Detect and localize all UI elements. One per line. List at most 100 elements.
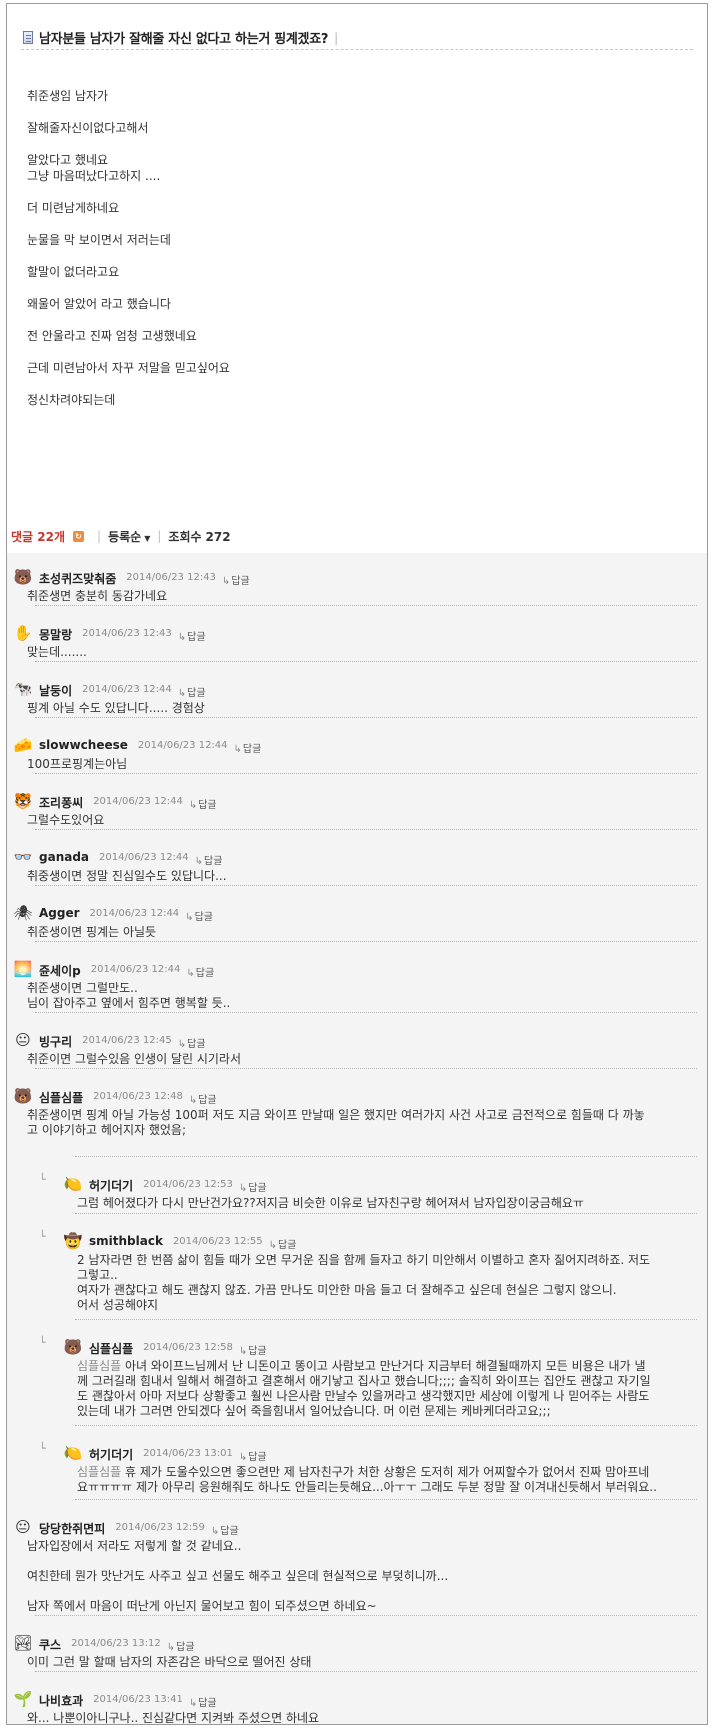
comment-author[interactable]: 심플심플 (39, 1089, 83, 1106)
comment-author[interactable]: Agger (39, 906, 80, 920)
cheese-icon: 🧀 (13, 736, 33, 754)
reply-label: 답글 (187, 632, 206, 643)
reply-label: 답글 (198, 1698, 217, 1709)
comment-text: 심플심플 휴 제가 도울수있으면 좋으련만 제 남자친구가 처한 상황은 도저히… (77, 1465, 657, 1494)
post-line: 눈물을 막 보이면서 저러는데 (27, 233, 171, 247)
comment-date: 2014/06/23 12:44 (93, 796, 183, 807)
reply-arrow-icon: ↳ (268, 1240, 277, 1251)
reply-arrow-icon: ↳ (188, 800, 198, 811)
comment-divider (75, 1156, 697, 1157)
reply-arrow-icon: ↳ (177, 688, 187, 699)
comment-author[interactable]: 허기더기 (89, 1177, 133, 1194)
reply-arrow-icon: ↳ (233, 744, 242, 755)
comment-author[interactable]: 쿠스 (39, 1636, 61, 1653)
comment-divider (35, 1012, 697, 1013)
reply-button[interactable]: ↳답글 (211, 1522, 239, 1537)
comment-author[interactable]: smithblack (89, 1234, 163, 1248)
comment-divider (35, 1671, 697, 1672)
reply-arrow-icon: ↳ (185, 912, 194, 923)
comment-author[interactable]: 조리퐁씨 (39, 794, 83, 811)
reply-arrow-icon: ↳ (221, 576, 231, 587)
comment-divider (35, 1068, 697, 1069)
reply-arrow-icon: ↳ (238, 1346, 248, 1357)
reply-label: 답글 (220, 1526, 239, 1537)
reply-button[interactable]: ↳답글 (186, 964, 214, 979)
comment-author[interactable]: 심플심플 (89, 1340, 133, 1357)
view-count: 조회수 272 (168, 529, 231, 544)
comment-author[interactable]: 빙구리 (39, 1033, 72, 1050)
reply-button[interactable]: ↳답글 (239, 1342, 267, 1357)
post-line: 할말이 없더라고요 (27, 265, 120, 279)
comment-author[interactable]: slowwcheese (39, 738, 128, 752)
reply-button[interactable]: ↳답글 (167, 1638, 195, 1653)
comment-author[interactable]: 나비효과 (39, 1692, 83, 1709)
comment-divider (35, 661, 697, 662)
comment-author[interactable]: 초성퀴즈맞춰줌 (39, 570, 116, 587)
comment-text: 2 남자라면 한 번쯤 삶이 힘들 때가 오면 무거운 짐을 함께 들자고 하기… (77, 1253, 651, 1312)
comment-author[interactable]: 쥰세이p (39, 962, 81, 979)
comment-author[interactable]: 몽말랑 (39, 626, 72, 643)
reply-button[interactable]: ↳답글 (185, 908, 213, 923)
comment-text: 취준생이면 그럴만도.. 님이 잡아주고 옆에서 힘주면 행복할 듯.. (27, 981, 231, 1010)
comment-author[interactable]: 당당한쥐면피 (39, 1520, 105, 1537)
reply-label: 답글 (231, 576, 250, 587)
spider-icon: 🕷 (13, 904, 33, 922)
reply-indent-icon: └ (39, 1173, 46, 1186)
face-icon: 😐 (15, 1031, 31, 1049)
reply-arrow-icon: ↳ (238, 1183, 248, 1194)
reply-arrow-icon: ↳ (186, 968, 195, 979)
post-line: 더 미련남게하네요 (27, 201, 120, 215)
reply-label: 답글 (187, 688, 206, 699)
refresh-icon[interactable]: ↻ (73, 530, 85, 542)
lemon-icon: 🍋 (63, 1444, 83, 1462)
comment-text: 취준이면 그럴수있음 인생이 달린 시기라서 (27, 1052, 241, 1066)
comment-author[interactable]: 날둥이 (39, 682, 72, 699)
mention-tag[interactable]: 심플심플 (77, 1465, 125, 1479)
comment-date: 2014/06/23 12:58 (143, 1342, 233, 1353)
comment-author[interactable]: ganada (39, 850, 89, 864)
comment-author[interactable]: 허기더기 (89, 1446, 133, 1463)
reply-button[interactable]: ↳답글 (189, 796, 217, 811)
comment-divider (75, 1319, 697, 1320)
mention-tag[interactable]: 심플심플 (77, 1359, 125, 1373)
reply-button[interactable]: ↳답글 (239, 1179, 267, 1194)
sort-dropdown[interactable]: 등록순 ▼ (108, 528, 150, 545)
comment-date: 2014/06/23 12:45 (82, 1035, 172, 1046)
reply-label: 답글 (198, 1095, 217, 1106)
comment-divider (35, 941, 697, 942)
caret-down-icon: ▼ (144, 533, 151, 543)
reply-arrow-icon: ↳ (194, 856, 204, 867)
cow-icon: 🐄 (13, 680, 33, 698)
reply-button[interactable]: ↳답글 (189, 1694, 217, 1709)
reply-button[interactable]: ↳답글 (178, 684, 206, 699)
reply-button[interactable]: ↳답글 (269, 1236, 297, 1251)
comment-divider (75, 1499, 697, 1500)
reply-arrow-icon: ↳ (177, 632, 187, 643)
reply-button[interactable]: ↳답글 (234, 740, 262, 755)
reply-indent-icon: └ (39, 1230, 46, 1243)
post-line: 잘해줄자신이없다고해서 (27, 121, 149, 135)
comment-text: 와... 나뿐이아니구나.. 진심같다면 지켜봐 주셨으면 하네요 (27, 1711, 320, 1725)
reply-button[interactable]: ↳답글 (195, 852, 223, 867)
reply-button[interactable]: ↳답글 (189, 1091, 217, 1106)
post-title: 남자분들 남자가 잘해줄 자신 없다고 하는거 핑계겠죠? (39, 32, 329, 47)
comment-text: 취준생이면 핑계 아닐 가능성 100퍼 저도 지금 와이프 만날때 일은 했지… (27, 1108, 645, 1137)
comment-count[interactable]: 댓글 22개 (11, 528, 65, 545)
bar-separator: | (97, 529, 102, 543)
comment-date: 2014/06/23 12:44 (137, 740, 228, 751)
reply-indent-icon: └ (39, 1336, 46, 1349)
comment-divider (75, 1425, 697, 1426)
bear-face-icon: 🐻 (13, 1087, 33, 1105)
reply-arrow-icon: ↳ (188, 1698, 198, 1709)
reply-button[interactable]: ↳답글 (178, 628, 206, 643)
reply-button[interactable]: ↳답글 (178, 1035, 206, 1050)
comment-date: 2014/06/23 12:44 (99, 852, 189, 863)
comment-text: 취준생이면 핑계는 아닐듯 (27, 925, 157, 939)
comment-text: 취준생면 충분히 동감가네요 (27, 589, 168, 603)
comment-date: 2014/06/23 12:43 (82, 628, 172, 639)
post-line: 취준생임 남자가 (27, 89, 109, 103)
reply-arrow-icon: ↳ (166, 1642, 176, 1653)
reply-button[interactable]: ↳답글 (222, 572, 250, 587)
reply-button[interactable]: ↳답글 (239, 1448, 267, 1463)
cowboy-icon: 🤠 (63, 1232, 83, 1250)
